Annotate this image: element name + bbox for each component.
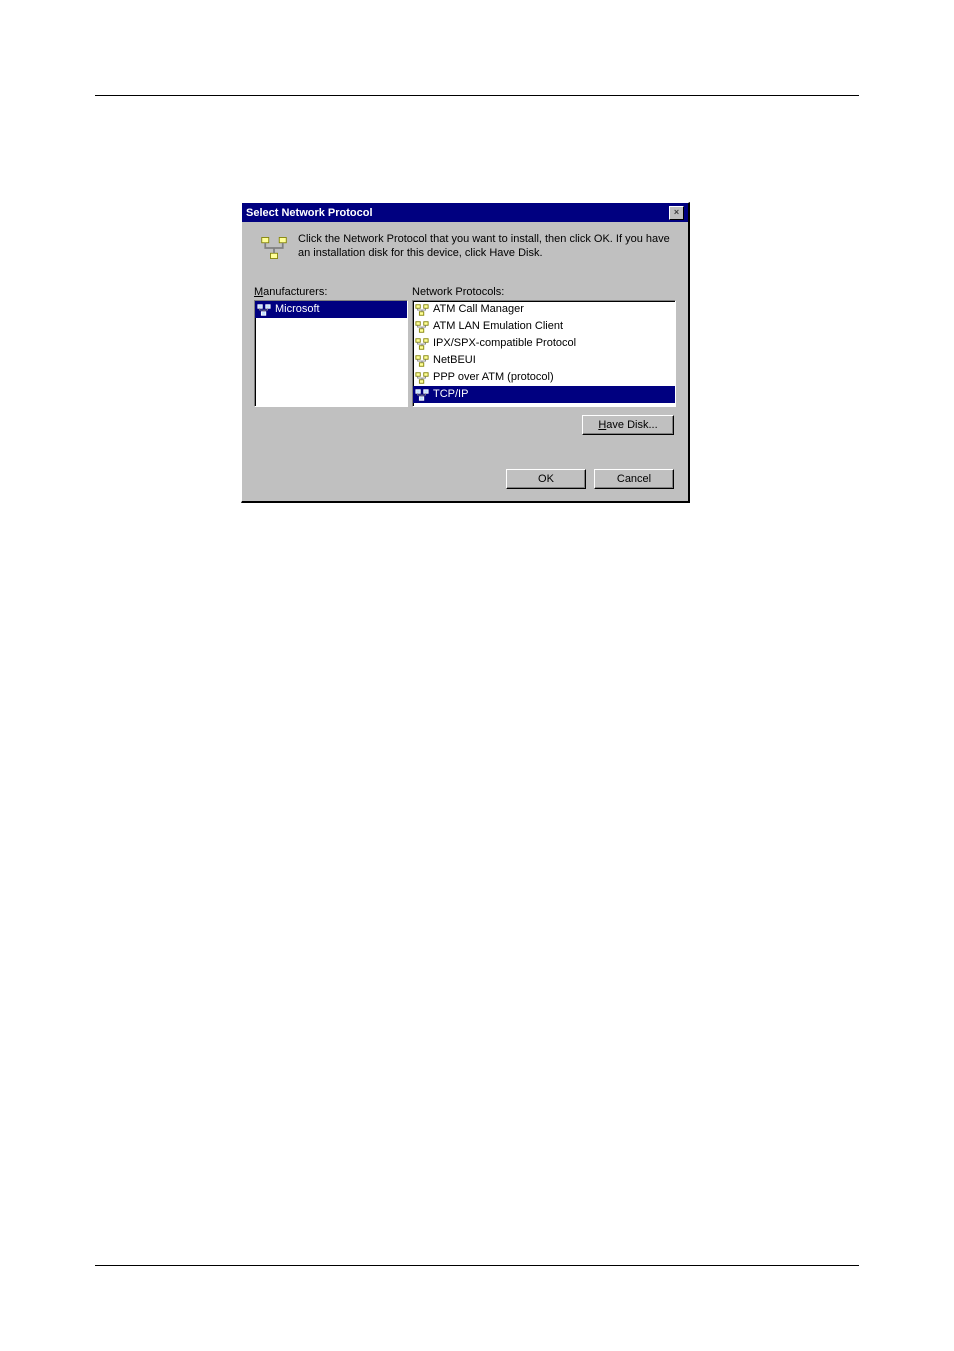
protocol-item-icon xyxy=(415,320,429,334)
protocol-item-icon xyxy=(415,303,429,317)
network-protocols-listbox[interactable]: ATM Call Manager ATM LAN Emulation Client… xyxy=(412,300,676,407)
have-disk-button[interactable]: Have Disk... xyxy=(582,415,674,435)
protocol-item-icon xyxy=(415,337,429,351)
instruction-text: Click the Network Protocol that you want… xyxy=(298,232,676,260)
select-network-protocol-dialog: Select Network Protocol × Click the Netw… xyxy=(241,202,690,503)
protocol-item-icon xyxy=(415,354,429,368)
protocol-item-label: PPP over ATM (protocol) xyxy=(433,370,554,385)
network-protocol-icon xyxy=(260,234,288,262)
page-bottom-divider xyxy=(95,1265,859,1266)
lists-row: Microsoft ATM Call Manager ATM LAN Emulat… xyxy=(254,300,676,407)
page: Select Network Protocol × Click the Netw… xyxy=(0,0,954,1351)
protocol-item-label: TCP/IP xyxy=(433,387,468,402)
protocol-item-label: IPX/SPX-compatible Protocol xyxy=(433,336,576,351)
manufacturer-item[interactable]: Microsoft xyxy=(255,301,407,318)
protocol-item-icon xyxy=(415,371,429,385)
protocol-item-icon xyxy=(415,388,429,402)
ok-button[interactable]: OK xyxy=(506,469,586,489)
list-labels-row: Manufacturers: Network Protocols: xyxy=(254,286,676,298)
protocol-item-label: ATM Call Manager xyxy=(433,302,524,317)
dialog-title: Select Network Protocol xyxy=(246,207,373,219)
protocol-item[interactable]: NetBEUI xyxy=(413,352,675,369)
protocol-item[interactable]: TCP/IP xyxy=(413,386,675,403)
protocol-item[interactable]: ATM LAN Emulation Client xyxy=(413,318,675,335)
protocol-item-label: ATM LAN Emulation Client xyxy=(433,319,563,334)
protocol-item[interactable]: ATM Call Manager xyxy=(413,301,675,318)
dialog-button-row: OK Cancel xyxy=(254,469,676,489)
close-button[interactable]: × xyxy=(669,206,684,220)
dialog-body: Click the Network Protocol that you want… xyxy=(242,222,688,501)
instruction-row: Click the Network Protocol that you want… xyxy=(254,232,676,262)
network-protocols-label: Network Protocols: xyxy=(412,286,504,298)
cancel-button[interactable]: Cancel xyxy=(594,469,674,489)
manufacturer-item-label: Microsoft xyxy=(275,302,320,317)
protocol-item[interactable]: PPP over ATM (protocol) xyxy=(413,369,675,386)
protocol-item[interactable]: IPX/SPX-compatible Protocol xyxy=(413,335,675,352)
manufacturers-label: Manufacturers: xyxy=(254,286,412,298)
protocol-item-icon xyxy=(257,303,271,317)
page-top-divider xyxy=(95,95,859,96)
protocol-item-label: NetBEUI xyxy=(433,353,476,368)
close-icon: × xyxy=(674,207,679,217)
dialog-titlebar[interactable]: Select Network Protocol × xyxy=(242,203,688,222)
manufacturers-listbox[interactable]: Microsoft xyxy=(254,300,408,407)
have-disk-row: Have Disk... xyxy=(254,415,676,435)
